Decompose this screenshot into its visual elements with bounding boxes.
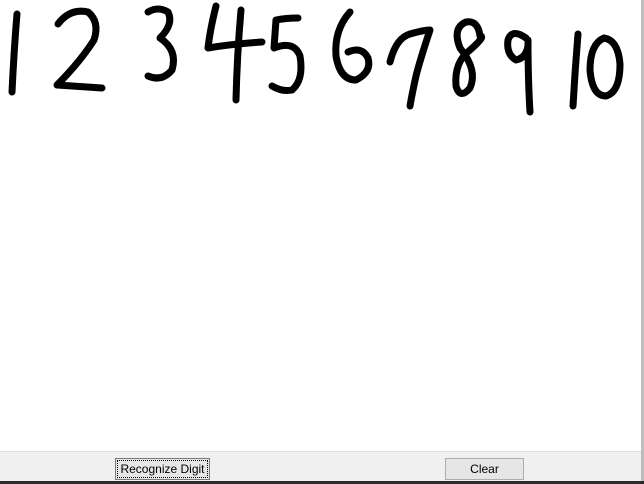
digit-3-stroke <box>144 5 177 82</box>
digit-6-stroke <box>332 8 373 84</box>
digit-7-stroke <box>386 26 434 110</box>
app-window: Recognize Digit Clear Widget <box>0 0 644 484</box>
digit-1-stroke <box>8 10 21 96</box>
handwriting-layer <box>8 2 624 116</box>
digit-10-one-stroke <box>569 30 582 110</box>
clear-widget-button[interactable]: Clear Widget <box>445 458 524 484</box>
digit-8-stroke <box>452 18 486 97</box>
recognize-digit-button[interactable]: Recognize Digit <box>115 458 210 480</box>
digit-9-stroke-b <box>524 36 534 116</box>
digit-5-stroke <box>268 14 305 94</box>
digit-4-stroke-b <box>232 6 245 104</box>
digit-2-stroke <box>53 7 106 92</box>
button-bar: Recognize Digit Clear Widget <box>0 451 641 484</box>
digit-10-zero-stroke <box>586 34 624 100</box>
digit-4-stroke-a <box>204 2 266 52</box>
drawing-canvas[interactable] <box>0 0 641 451</box>
